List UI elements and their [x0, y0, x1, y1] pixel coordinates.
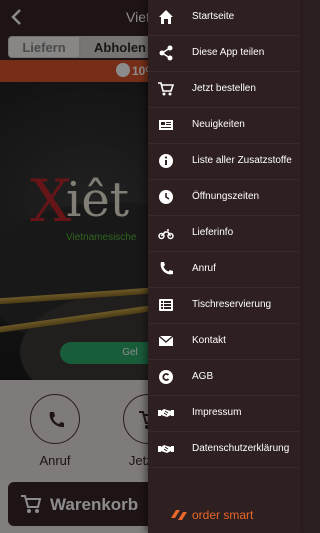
- menu-item-oeffnungszeiten[interactable]: Öffnungszeiten: [148, 180, 300, 216]
- menu-label: Öffnungszeiten: [192, 191, 260, 202]
- menu-label: Tischreservierung: [192, 299, 272, 310]
- menu-label: Liste aller Zusatzstoffe: [192, 155, 292, 166]
- menu-item-lieferinfo[interactable]: Lieferinfo: [148, 216, 300, 252]
- handshake-icon: [158, 409, 174, 417]
- copyright-icon: [159, 370, 173, 384]
- mail-icon: [158, 335, 174, 346]
- menu-item-impressum[interactable]: Impressum: [148, 396, 300, 432]
- cart-icon: [158, 82, 174, 96]
- phone-icon: [160, 262, 173, 275]
- menu-item-datenschutz[interactable]: Datenschutzerklärung: [148, 432, 300, 468]
- order-smart-logo-icon: [171, 510, 187, 520]
- menu-item-kontakt[interactable]: Kontakt: [148, 324, 300, 360]
- menu-item-neuigkeiten[interactable]: Neuigkeiten: [148, 108, 300, 144]
- menu-item-zusatzstoffe[interactable]: Liste aller Zusatzstoffe: [148, 144, 300, 180]
- share-icon: [159, 45, 173, 61]
- side-drawer: Startseite Diese App teilen Jetzt bestel…: [148, 0, 300, 533]
- home-icon: [159, 10, 173, 24]
- clock-icon: [159, 190, 173, 204]
- info-icon: [159, 154, 173, 168]
- menu-item-app-teilen[interactable]: Diese App teilen: [148, 36, 300, 72]
- menu-item-jetzt-bestellen[interactable]: Jetzt bestellen: [148, 72, 300, 108]
- menu-item-anruf[interactable]: Anruf: [148, 252, 300, 288]
- menu-label: Impressum: [192, 407, 242, 418]
- menu-item-agb[interactable]: AGB: [148, 360, 300, 396]
- menu-label: Startseite: [192, 11, 235, 22]
- menu-item-tischreservierung[interactable]: Tischreservierung: [148, 288, 300, 324]
- menu-label: Kontakt: [192, 335, 226, 346]
- menu-label: AGB: [192, 371, 214, 382]
- menu-label: Neuigkeiten: [192, 119, 245, 130]
- menu-label: Datenschutzerklärung: [192, 443, 290, 454]
- menu-item-startseite[interactable]: Startseite: [148, 0, 300, 36]
- order-smart-logo: order smart: [170, 506, 300, 526]
- menu-label: Anruf: [192, 263, 216, 274]
- list-icon: [159, 299, 173, 311]
- brand-text: order smart: [192, 508, 254, 522]
- news-icon: [159, 120, 173, 130]
- handshake-icon: [158, 445, 174, 453]
- menu-label: Jetzt bestellen: [192, 83, 256, 94]
- motorcycle-icon: [158, 229, 174, 240]
- menu-label: Lieferinfo: [192, 227, 234, 238]
- menu-label: Diese App teilen: [192, 47, 265, 58]
